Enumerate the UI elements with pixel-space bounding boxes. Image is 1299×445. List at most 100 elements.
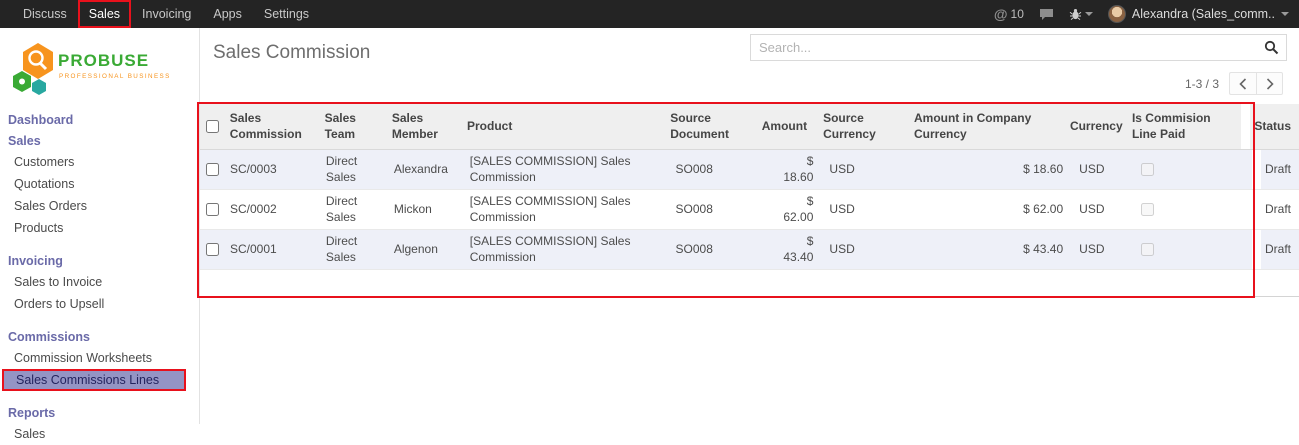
cell-currency: USD [1071,230,1133,269]
cell-product: [SALES COMMISSION] Sales Commission [462,190,668,229]
row-checkbox[interactable] [206,163,219,176]
menu-sales[interactable]: Sales [78,0,131,28]
cell-source-currency: USD [821,190,913,229]
col-status[interactable]: Status [1250,104,1299,149]
cell-sales-team: Direct Sales [318,230,386,269]
row-select-cell [200,150,222,189]
sidebar-item-sales-commissions-lines[interactable]: Sales Commissions Lines [2,369,186,391]
logo-hexagon-orange [23,43,53,79]
cell-is-paid [1133,190,1252,229]
cell-sales-commission: SC/0001 [222,230,318,269]
user-menu[interactable]: Alexandra (Sales_comm.. [1108,5,1289,23]
cell-amount-company-currency: $ 18.60 [913,150,1071,189]
brand-tagline: PROFESSIONAL BUSINESS [59,73,171,80]
cell-currency: USD [1071,190,1133,229]
col-is-commission-line-paid[interactable]: Is Commision Line Paid [1124,104,1242,149]
col-product[interactable]: Product [459,104,662,149]
activities-menu[interactable]: @ 10 [994,6,1024,22]
table-row[interactable]: SC/0001 Direct Sales Algenon [SALES COMM… [200,230,1299,270]
search-input[interactable] [751,40,1256,55]
menu-apps[interactable]: Apps [202,0,253,28]
cell-amount-company-currency: $ 62.00 [913,190,1071,229]
topbar-right: @ 10 Alexandra (Sales_comm.. [994,0,1299,28]
cell-amount: $ 62.00 [765,190,821,229]
col-currency[interactable]: Currency [1062,104,1124,149]
column-gap [1241,104,1250,149]
menu-invoicing[interactable]: Invoicing [131,0,202,28]
app-menus: Discuss Sales Invoicing Apps Settings [12,0,320,28]
table-header-row: Sales Commission Sales Team Sales Member… [200,104,1299,150]
debug-icon[interactable] [1069,8,1093,21]
sidebar-heading-invoicing[interactable]: Invoicing [0,250,199,271]
is-paid-checkbox [1141,203,1154,216]
cell-is-paid [1133,150,1252,189]
probuse-logo: PROBUSE PROFESSIONAL BUSINESS [0,28,199,109]
select-all-cell [200,104,222,149]
pager: 1-3 / 3 [1185,72,1283,95]
activities-count: 10 [1011,7,1024,21]
sidebar-item-customers[interactable]: Customers [0,151,199,173]
pager-range: 1-3 / 3 [1185,77,1219,91]
table-empty-area [200,270,1299,297]
sidebar-item-commission-worksheets[interactable]: Commission Worksheets [0,347,199,369]
select-all-checkbox[interactable] [206,120,219,133]
col-source-currency[interactable]: Source Currency [815,104,906,149]
sidebar-item-sales-to-invoice[interactable]: Sales to Invoice [0,271,199,293]
row-checkbox[interactable] [206,243,219,256]
cell-sales-team: Direct Sales [318,190,386,229]
row-select-cell [200,190,222,229]
cell-sales-team: Direct Sales [318,150,386,189]
page-title: Sales Commission [213,42,370,64]
cell-product: [SALES COMMISSION] Sales Commission [462,150,668,189]
user-name: Alexandra (Sales_comm.. [1132,7,1275,21]
col-amount-company-currency[interactable]: Amount in Company Currency [906,104,1062,149]
sidebar-heading-sales[interactable]: Sales [0,130,199,151]
table-row[interactable]: SC/0003 Direct Sales Alexandra [SALES CO… [200,150,1299,190]
cell-status: Draft [1261,150,1299,189]
search-box [750,34,1287,61]
messages-icon[interactable] [1039,8,1054,21]
cell-amount: $ 18.60 [765,150,821,189]
col-sales-member[interactable]: Sales Member [384,104,459,149]
col-source-document[interactable]: Source Document [662,104,759,149]
sidebar-item-orders-to-upsell[interactable]: Orders to Upsell [0,293,199,315]
sidebar: PROBUSE PROFESSIONAL BUSINESS Dashboard … [0,28,200,424]
col-sales-team[interactable]: Sales Team [317,104,384,149]
cell-source-document: SO008 [668,230,766,269]
search-icon[interactable] [1256,35,1286,60]
pager-next-button[interactable] [1256,72,1283,95]
caret-down-icon [1085,12,1093,16]
is-paid-checkbox [1141,243,1154,256]
sidebar-heading-commissions[interactable]: Commissions [0,326,199,347]
logo-hexagon-teal [32,79,46,95]
cell-source-currency: USD [821,150,913,189]
col-sales-commission[interactable]: Sales Commission [222,104,317,149]
sidebar-nav: Dashboard Sales Customers Quotations Sal… [0,109,199,445]
menu-discuss[interactable]: Discuss [12,0,78,28]
col-amount[interactable]: Amount [759,104,815,149]
cell-source-document: SO008 [668,150,766,189]
sidebar-item-products[interactable]: Products [0,217,199,239]
cell-sales-member: Alexandra [386,150,462,189]
pager-prev-button[interactable] [1229,72,1256,95]
sales-commission-table: Sales Commission Sales Team Sales Member… [200,104,1299,297]
row-checkbox[interactable] [206,203,219,216]
sidebar-heading-reports[interactable]: Reports [0,402,199,423]
sidebar-heading-dashboard[interactable]: Dashboard [0,109,199,130]
table-row[interactable]: SC/0002 Direct Sales Mickon [SALES COMMI… [200,190,1299,230]
column-gap [1252,230,1261,269]
cell-sales-commission: SC/0002 [222,190,318,229]
column-gap [1252,150,1261,189]
caret-down-icon [1281,12,1289,16]
brand-name: PROBUSE [58,51,149,70]
column-gap [1252,190,1261,229]
main-content: Sales Commission 1-3 / 3 Sales Commi [200,28,1299,424]
sidebar-item-reports-sales[interactable]: Sales [0,423,199,445]
cell-status: Draft [1261,230,1299,269]
cell-status: Draft [1261,190,1299,229]
cell-currency: USD [1071,150,1133,189]
cell-sales-member: Mickon [386,190,462,229]
sidebar-item-quotations[interactable]: Quotations [0,173,199,195]
sidebar-item-sales-orders[interactable]: Sales Orders [0,195,199,217]
menu-settings[interactable]: Settings [253,0,320,28]
